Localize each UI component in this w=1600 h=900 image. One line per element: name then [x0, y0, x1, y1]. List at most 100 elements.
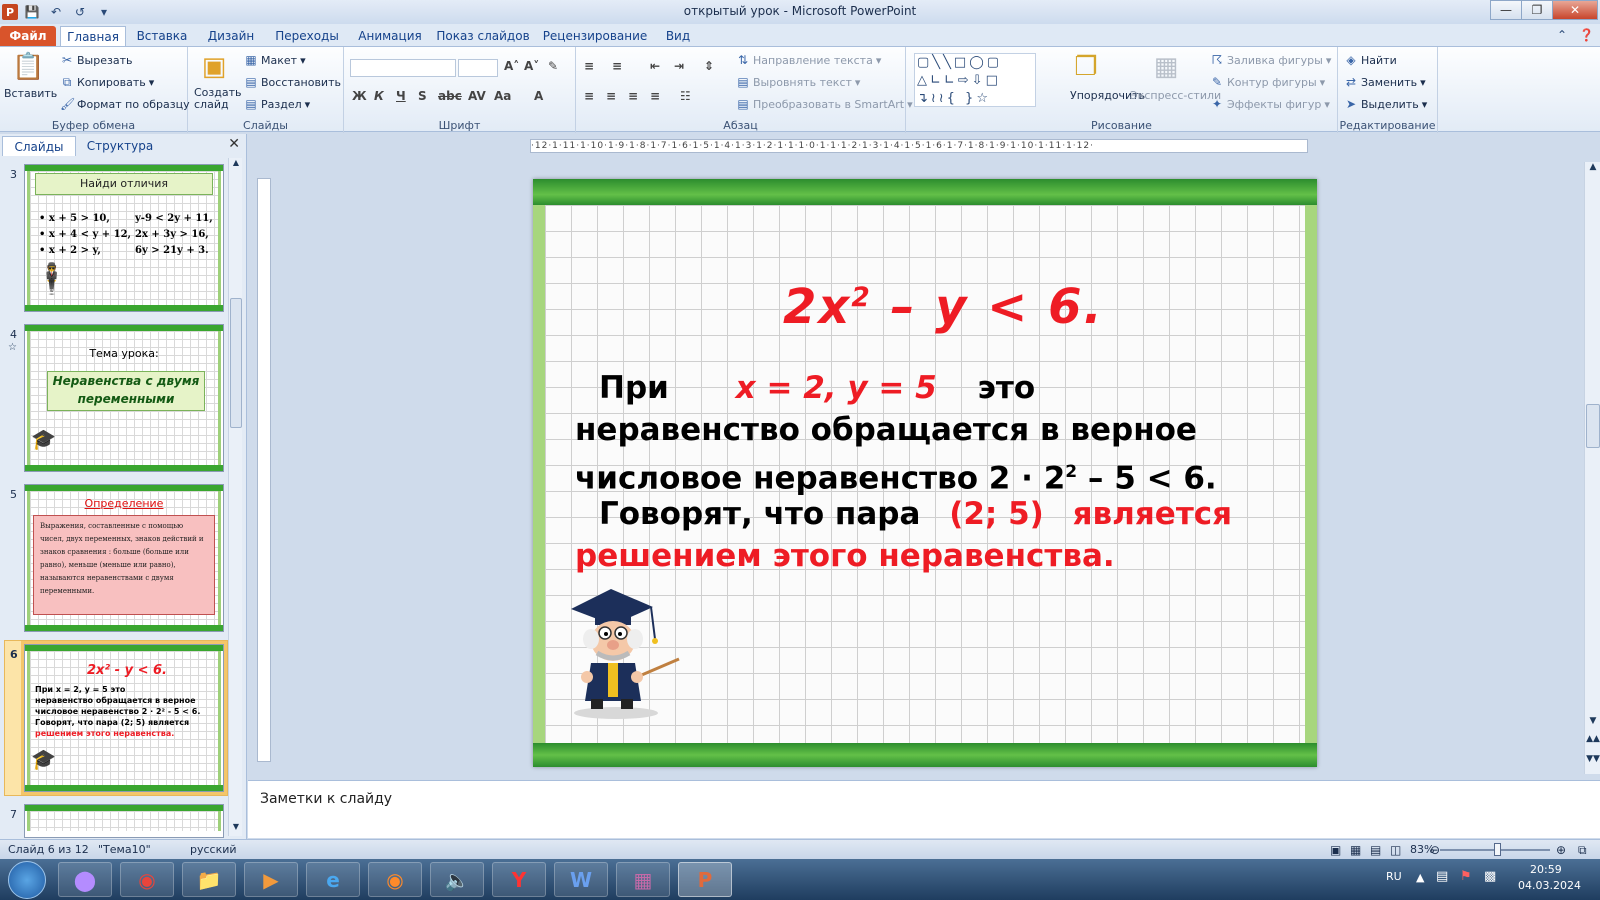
file-explorer-icon[interactable]: 📁 — [182, 862, 236, 897]
clock-time[interactable]: 20:59 — [1530, 863, 1562, 876]
theme-name[interactable]: "Тема10" — [98, 843, 151, 856]
slide-thumbnail-7[interactable] — [24, 804, 224, 838]
fit-slide-icon[interactable]: ⧉ — [1578, 843, 1587, 858]
internet-explorer-icon[interactable]: e — [306, 862, 360, 897]
shadow-icon[interactable]: S — [418, 89, 427, 103]
align-left-icon[interactable]: ≡ — [584, 89, 594, 103]
language-indicator[interactable]: русский — [190, 843, 237, 856]
find-button[interactable]: ◈ Найти — [1344, 53, 1396, 67]
clear-format-icon[interactable]: ✎ — [548, 59, 558, 73]
line-spacing-icon[interactable]: ⇕ — [704, 59, 714, 73]
shape-effects-button[interactable]: ✦ Эффекты фигур ▾ — [1210, 97, 1330, 111]
select-button[interactable]: ➤ Выделить ▾ — [1344, 97, 1427, 111]
section-button[interactable]: ▤ Раздел ▾ — [244, 97, 310, 111]
normal-view-icon[interactable]: ▣ — [1330, 843, 1341, 857]
shapes-gallery[interactable]: ▢╲╲□◯▢ △∟∟⇨⇩□ ↴≀≀{ }☆ — [914, 53, 1036, 107]
start-button[interactable] — [8, 861, 46, 899]
tab-review[interactable]: Рецензирование — [540, 26, 650, 46]
previous-slide-icon[interactable]: ▲▲ — [1586, 734, 1600, 750]
new-slide-icon[interactable]: ▣ — [198, 51, 230, 83]
shape-fill-button[interactable]: ☈ Заливка фигуры ▾ — [1210, 53, 1332, 67]
main-vertical-scrollbar[interactable]: ▲ ▼ ▲▲ ▼▼ — [1584, 162, 1600, 774]
paste-button[interactable]: Вставить — [4, 87, 57, 100]
tab-design[interactable]: Дизайн — [200, 26, 262, 46]
slide-text-line-1[interactable]: При x = 2, y = 5 это — [599, 367, 1035, 409]
copy-button[interactable]: ⧉ Копировать ▾ — [60, 75, 155, 89]
tab-transitions[interactable]: Переходы — [268, 26, 346, 46]
tab-insert[interactable]: Вставка — [132, 26, 192, 46]
notes-pane[interactable]: Заметки к слайду — [248, 780, 1600, 838]
scroll-up-icon[interactable]: ▲ — [230, 158, 242, 172]
underline-icon[interactable]: Ч — [396, 89, 406, 103]
scrollbar-thumb[interactable] — [230, 298, 242, 428]
font-color-icon[interactable]: A — [534, 89, 543, 103]
powerpoint-taskbar-icon[interactable]: P — [678, 862, 732, 897]
align-right-icon[interactable]: ≡ — [628, 89, 638, 103]
quick-styles-button[interactable]: Экспресс-стили — [1130, 89, 1221, 102]
justify-icon[interactable]: ≡ — [650, 89, 660, 103]
slide-text-line-4[interactable]: Говорят, что пара (2; 5) является — [599, 493, 1232, 535]
scrollbar-thumb[interactable] — [1586, 404, 1600, 448]
tab-home[interactable]: Главная — [60, 26, 126, 46]
numbering-icon[interactable]: ≡ — [612, 59, 622, 73]
slide-sorter-icon[interactable]: ▦ — [1350, 843, 1361, 857]
keyboard-language[interactable]: RU — [1386, 870, 1402, 883]
increase-indent-icon[interactable]: ⇥ — [674, 59, 684, 73]
slideshow-view-icon[interactable]: ◫ — [1390, 843, 1401, 857]
paste-icon[interactable]: 📋 — [12, 51, 44, 83]
next-slide-icon[interactable]: ▼▼ — [1586, 754, 1600, 770]
align-text-button[interactable]: ▤ Выровнять текст ▾ — [736, 75, 860, 89]
help-icon[interactable]: ❓ — [1579, 28, 1594, 42]
shrink-font-icon[interactable]: A˅ — [524, 59, 539, 73]
scroll-up-icon[interactable]: ▲ — [1586, 162, 1600, 176]
slide-formula[interactable]: 2x2 – y < 6. — [783, 279, 1104, 335]
italic-icon[interactable]: К — [374, 89, 384, 103]
close-pane-icon[interactable]: ✕ — [228, 136, 240, 152]
bold-icon[interactable]: Ж — [352, 89, 367, 103]
slide-thumbnail-4[interactable]: Тема урока: Неравенства с двумя переменн… — [24, 324, 224, 472]
network-icon[interactable]: ▤ — [1436, 869, 1448, 884]
reading-view-icon[interactable]: ▤ — [1370, 843, 1381, 857]
chrome-icon[interactable]: ◉ — [120, 862, 174, 897]
minimize-button[interactable]: — — [1490, 0, 1522, 20]
tab-file[interactable]: Файл — [0, 26, 56, 46]
tab-slideshow[interactable]: Показ слайдов — [436, 26, 530, 46]
zoom-in-icon[interactable]: ⊕ — [1556, 843, 1566, 857]
grow-font-icon[interactable]: A˄ — [504, 59, 519, 73]
signal-icon[interactable]: ▩ — [1484, 869, 1496, 884]
tab-animations[interactable]: Анимация — [352, 26, 428, 46]
tab-outline[interactable]: Структура — [80, 136, 160, 156]
font-name-combo[interactable] — [350, 59, 456, 77]
yandex-browser-icon[interactable]: Y — [492, 862, 546, 897]
slide-text-line-5[interactable]: решением этого неравенства. — [575, 535, 1115, 577]
slide-canvas[interactable]: 2x2 – y < 6. При x = 2, y = 5 это нераве… — [533, 179, 1317, 767]
strikethrough-icon[interactable]: abc — [438, 89, 462, 103]
shape-outline-button[interactable]: ✎ Контур фигуры ▾ — [1210, 75, 1325, 89]
quick-styles-icon[interactable]: ▦ — [1150, 51, 1182, 83]
close-button[interactable]: ✕ — [1552, 0, 1598, 20]
media-player-icon[interactable]: ▶ — [244, 862, 298, 897]
smartart-button[interactable]: ▤ Преобразовать в SmartArt ▾ — [736, 97, 912, 111]
bullets-icon[interactable]: ≡ — [584, 59, 594, 73]
slide-text-line-2[interactable]: неравенство обращается в верное — [575, 409, 1197, 451]
text-direction-button[interactable]: ⇅ Направление текста ▾ — [736, 53, 881, 67]
slides-pane-scrollbar[interactable]: ▲ ▼ — [228, 158, 242, 836]
volume-app-icon[interactable]: 🔈 — [430, 862, 484, 897]
slide-thumbnail-6[interactable]: 2x² - y < 6. При x = 2, y = 5 это нераве… — [21, 641, 227, 795]
zoom-out-icon[interactable]: ⊖ — [1430, 843, 1440, 857]
minimize-ribbon-icon[interactable]: ⌃ — [1557, 28, 1567, 42]
decrease-indent-icon[interactable]: ⇤ — [650, 59, 660, 73]
cut-button[interactable]: ✂ Вырезать — [60, 53, 133, 67]
change-case-icon[interactable]: Aa — [494, 89, 511, 103]
word-icon[interactable]: W — [554, 862, 608, 897]
font-size-combo[interactable] — [458, 59, 498, 77]
firefox-icon[interactable]: ◉ — [368, 862, 422, 897]
arrange-icon[interactable]: ❐ — [1070, 51, 1102, 83]
scroll-down-icon[interactable]: ▼ — [230, 822, 242, 836]
columns-icon[interactable]: ☷ — [680, 89, 691, 103]
maximize-button[interactable]: ❐ — [1521, 0, 1553, 20]
slide-thumbnail-5[interactable]: Определение Выражения, составленные с по… — [24, 484, 224, 632]
scroll-down-icon[interactable]: ▼ — [1586, 716, 1600, 730]
reset-button[interactable]: ▤ Восстановить — [244, 75, 341, 89]
assistant-app-icon[interactable]: ⬤ — [58, 862, 112, 897]
